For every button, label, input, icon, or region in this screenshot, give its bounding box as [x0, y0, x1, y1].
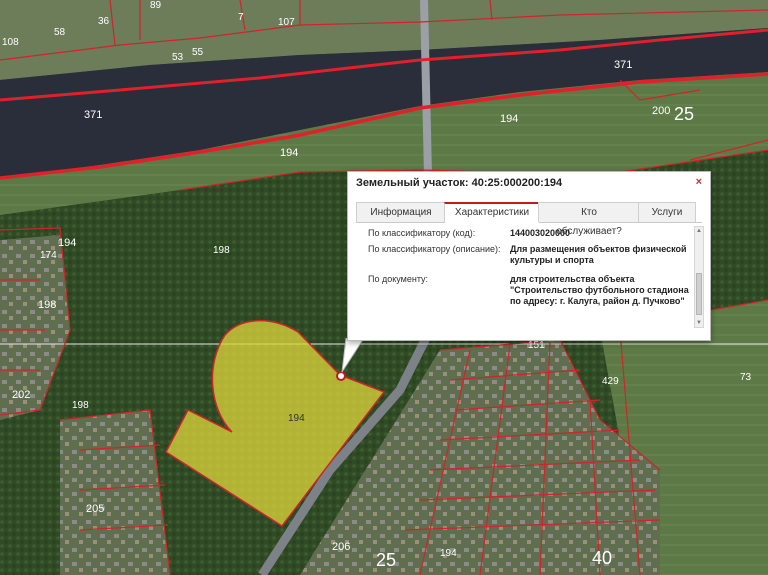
tab-services[interactable]: Услуги: [638, 202, 696, 222]
selected-parcel-label: 194: [288, 413, 305, 424]
popup-scrollbar[interactable]: ▲ ▼: [694, 226, 704, 328]
parcel-label: 371: [614, 59, 632, 71]
tab-who-serves[interactable]: Кто обслуживает?: [538, 202, 640, 237]
attribute-value: для строительства объекта "Строительство…: [510, 274, 689, 306]
parcel-label: 108: [2, 37, 19, 48]
parcel-label: 73: [740, 372, 752, 383]
parcel-label: 194: [500, 113, 518, 125]
parcel-label: 53: [172, 52, 184, 63]
parcel-label: 194: [280, 147, 298, 159]
parcel-label: 174: [40, 250, 57, 261]
parcel-label: 194: [58, 237, 76, 249]
parcel-label: 25: [376, 550, 396, 570]
popup-tabs: Информация Характеристики Кто обслуживае…: [356, 202, 702, 237]
parcel-label: 7: [238, 12, 244, 23]
parcel-label: 40: [592, 548, 612, 568]
parcel-label: 194: [440, 548, 457, 559]
parcel-label: 89: [150, 0, 162, 11]
parcel-label: 205: [86, 503, 104, 515]
tab-information[interactable]: Информация: [356, 202, 446, 222]
parcel-label: 429: [602, 376, 619, 387]
parcel-label: 200: [652, 105, 670, 117]
popup-content: По классификатору (код): 144003020000 По…: [356, 226, 692, 330]
popup-title: Земельный участок: 40:25:000200:194: [356, 177, 563, 189]
parcel-label: 58: [54, 27, 66, 38]
attribute-key: По документу:: [368, 274, 429, 284]
popup-pointer: [341, 338, 365, 373]
parcel-label: 198: [213, 245, 230, 256]
parcel-info-popup: Земельный участок: 40:25:000200:194 × Ин…: [347, 171, 711, 341]
tab-characteristics[interactable]: Характеристики: [444, 202, 540, 223]
scroll-thumb[interactable]: [696, 273, 702, 315]
parcel-label: 202: [12, 389, 30, 401]
parcel-label: 107: [278, 17, 295, 28]
parcel-label: 198: [72, 400, 89, 411]
parcel-label: 151: [528, 340, 545, 351]
close-icon[interactable]: ×: [696, 176, 702, 188]
parcel-label: 25: [674, 104, 694, 124]
parcel-label: 198: [38, 299, 56, 311]
attribute-key: По классификатору (описание):: [368, 244, 501, 254]
parcel-label: 55: [192, 47, 204, 58]
scroll-up-icon[interactable]: ▲: [695, 227, 703, 235]
bridge: [420, 0, 432, 176]
parcel-label: 36: [98, 16, 110, 27]
parcel-label: 371: [84, 109, 102, 121]
attribute-key: По классификатору (код):: [368, 228, 476, 238]
parcel-label: 206: [332, 541, 350, 553]
attribute-value: 144003020000: [510, 228, 571, 238]
scroll-down-icon[interactable]: ▼: [695, 319, 703, 327]
attribute-value: Для размещения объектов физической культ…: [510, 244, 687, 265]
